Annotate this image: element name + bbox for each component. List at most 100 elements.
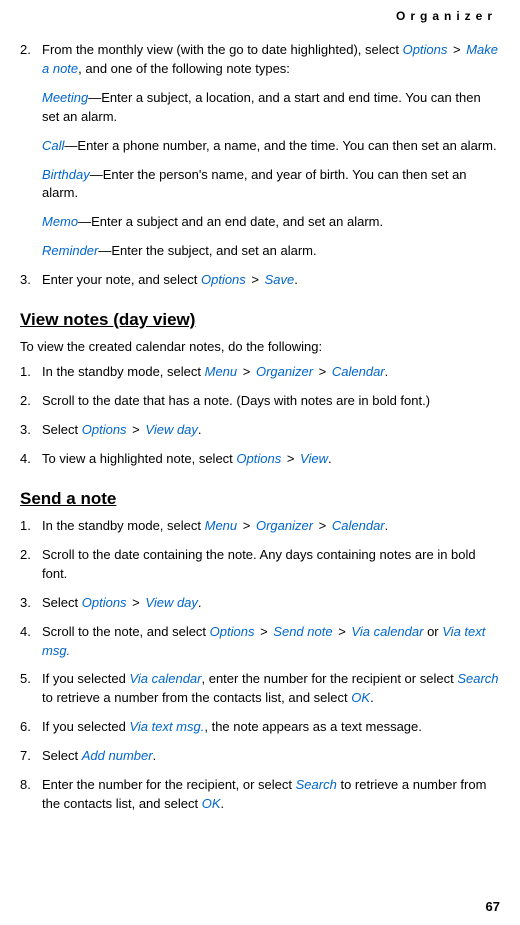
separator: > bbox=[248, 272, 263, 287]
list-item: 7. Select Add number. bbox=[20, 747, 500, 766]
menu-link: Options bbox=[236, 451, 281, 466]
item-number: 2. bbox=[20, 546, 42, 584]
separator: > bbox=[129, 595, 144, 610]
menu-link: View bbox=[300, 451, 328, 466]
list-item: 2. Scroll to the date containing the not… bbox=[20, 546, 500, 584]
menu-link: Via text msg. bbox=[129, 719, 204, 734]
menu-link: Options bbox=[210, 624, 255, 639]
item-number: 7. bbox=[20, 747, 42, 766]
separator: > bbox=[315, 364, 330, 379]
item-content: Select Add number. bbox=[42, 747, 500, 766]
text: —Enter the subject, and set an alarm. bbox=[98, 243, 316, 258]
item-number: 1. bbox=[20, 517, 42, 536]
list-item: 8. Enter the number for the recipient, o… bbox=[20, 776, 500, 814]
item-content: In the standby mode, select Menu > Organ… bbox=[42, 363, 500, 382]
text: . bbox=[328, 451, 332, 466]
text: , and one of the following note types: bbox=[78, 61, 290, 76]
menu-link: OK bbox=[351, 690, 370, 705]
list-item: 1. In the standby mode, select Menu > Or… bbox=[20, 363, 500, 382]
text: . bbox=[294, 272, 298, 287]
list-item: 1. In the standby mode, select Menu > Or… bbox=[20, 517, 500, 536]
heading-view-notes: View notes (day view) bbox=[20, 308, 500, 333]
text: Select bbox=[42, 422, 82, 437]
menu-link: Organizer bbox=[256, 364, 313, 379]
section2-list: 1. In the standby mode, select Menu > Or… bbox=[20, 363, 500, 468]
item-content: In the standby mode, select Menu > Organ… bbox=[42, 517, 500, 536]
text: . bbox=[198, 422, 202, 437]
menu-link: Menu bbox=[205, 364, 238, 379]
text: Enter the number for the recipient, or s… bbox=[42, 777, 296, 792]
menu-link: Options bbox=[201, 272, 246, 287]
section-intro: To view the created calendar notes, do t… bbox=[20, 338, 500, 357]
item-number: 3. bbox=[20, 271, 42, 290]
item-content: To view a highlighted note, select Optio… bbox=[42, 450, 500, 469]
text: If you selected bbox=[42, 671, 129, 686]
text: —Enter a phone number, a name, and the t… bbox=[64, 138, 496, 153]
text: . bbox=[385, 518, 389, 533]
text: . bbox=[370, 690, 374, 705]
section3-list: 1. In the standby mode, select Menu > Or… bbox=[20, 517, 500, 813]
term: Meeting bbox=[42, 90, 88, 105]
menu-link: Search bbox=[296, 777, 337, 792]
sub-item: Reminder—Enter the subject, and set an a… bbox=[42, 242, 500, 261]
list-item: 3. Enter your note, and select Options >… bbox=[20, 271, 500, 290]
menu-link: Organizer bbox=[256, 518, 313, 533]
item-number: 3. bbox=[20, 594, 42, 613]
menu-link: OK bbox=[202, 796, 221, 811]
item-content: Select Options > View day. bbox=[42, 421, 500, 440]
term: Birthday bbox=[42, 167, 90, 182]
item-number: 3. bbox=[20, 421, 42, 440]
separator: > bbox=[239, 518, 254, 533]
text: In the standby mode, select bbox=[42, 518, 205, 533]
item-content: From the monthly view (with the go to da… bbox=[42, 41, 500, 261]
item-number: 4. bbox=[20, 450, 42, 469]
text: . bbox=[221, 796, 225, 811]
menu-link: View day bbox=[145, 595, 198, 610]
text: —Enter a subject, a location, and a star… bbox=[42, 90, 481, 124]
item-content: If you selected Via calendar, enter the … bbox=[42, 670, 500, 708]
text: or bbox=[423, 624, 442, 639]
text: Enter your note, and select bbox=[42, 272, 201, 287]
menu-link: Calendar bbox=[332, 364, 385, 379]
sub-item: Birthday—Enter the person's name, and ye… bbox=[42, 166, 500, 204]
text: Select bbox=[42, 748, 82, 763]
text: Scroll to the note, and select bbox=[42, 624, 210, 639]
menu-link: Save bbox=[265, 272, 295, 287]
section1-list: 2. From the monthly view (with the go to… bbox=[20, 41, 500, 289]
menu-link: Menu bbox=[205, 518, 238, 533]
term: Call bbox=[42, 138, 64, 153]
item-content: Enter your note, and select Options > Sa… bbox=[42, 271, 500, 290]
menu-link: Send note bbox=[273, 624, 332, 639]
list-item: 4. To view a highlighted note, select Op… bbox=[20, 450, 500, 469]
item-content: Scroll to the note, and select Options >… bbox=[42, 623, 500, 661]
sub-item: Call—Enter a phone number, a name, and t… bbox=[42, 137, 500, 156]
text: , enter the number for the recipient or … bbox=[202, 671, 458, 686]
item-content: Enter the number for the recipient, or s… bbox=[42, 776, 500, 814]
separator: > bbox=[239, 364, 254, 379]
text: From the monthly view (with the go to da… bbox=[42, 42, 403, 57]
item-content: Scroll to the date containing the note. … bbox=[42, 546, 500, 584]
term: Memo bbox=[42, 214, 78, 229]
page-header: Organizer bbox=[20, 8, 500, 25]
sub-item: Memo—Enter a subject and an end date, an… bbox=[42, 213, 500, 232]
text: , the note appears as a text message. bbox=[204, 719, 422, 734]
list-item: 3. Select Options > View day. bbox=[20, 594, 500, 613]
separator: > bbox=[315, 518, 330, 533]
menu-link: Search bbox=[457, 671, 498, 686]
item-number: 4. bbox=[20, 623, 42, 661]
list-item: 4. Scroll to the note, and select Option… bbox=[20, 623, 500, 661]
text: —Enter a subject and an end date, and se… bbox=[78, 214, 383, 229]
menu-link: Calendar bbox=[332, 518, 385, 533]
item-content: If you selected Via text msg., the note … bbox=[42, 718, 500, 737]
list-item: 2. Scroll to the date that has a note. (… bbox=[20, 392, 500, 411]
text: To view a highlighted note, select bbox=[42, 451, 236, 466]
separator: > bbox=[283, 451, 298, 466]
list-item: 5. If you selected Via calendar, enter t… bbox=[20, 670, 500, 708]
heading-send-note: Send a note bbox=[20, 487, 500, 512]
text: . bbox=[198, 595, 202, 610]
sub-item: Meeting—Enter a subject, a location, and… bbox=[42, 89, 500, 127]
text: In the standby mode, select bbox=[42, 364, 205, 379]
menu-link: Options bbox=[82, 595, 127, 610]
list-item: 6. If you selected Via text msg., the no… bbox=[20, 718, 500, 737]
item-number: 2. bbox=[20, 41, 42, 261]
